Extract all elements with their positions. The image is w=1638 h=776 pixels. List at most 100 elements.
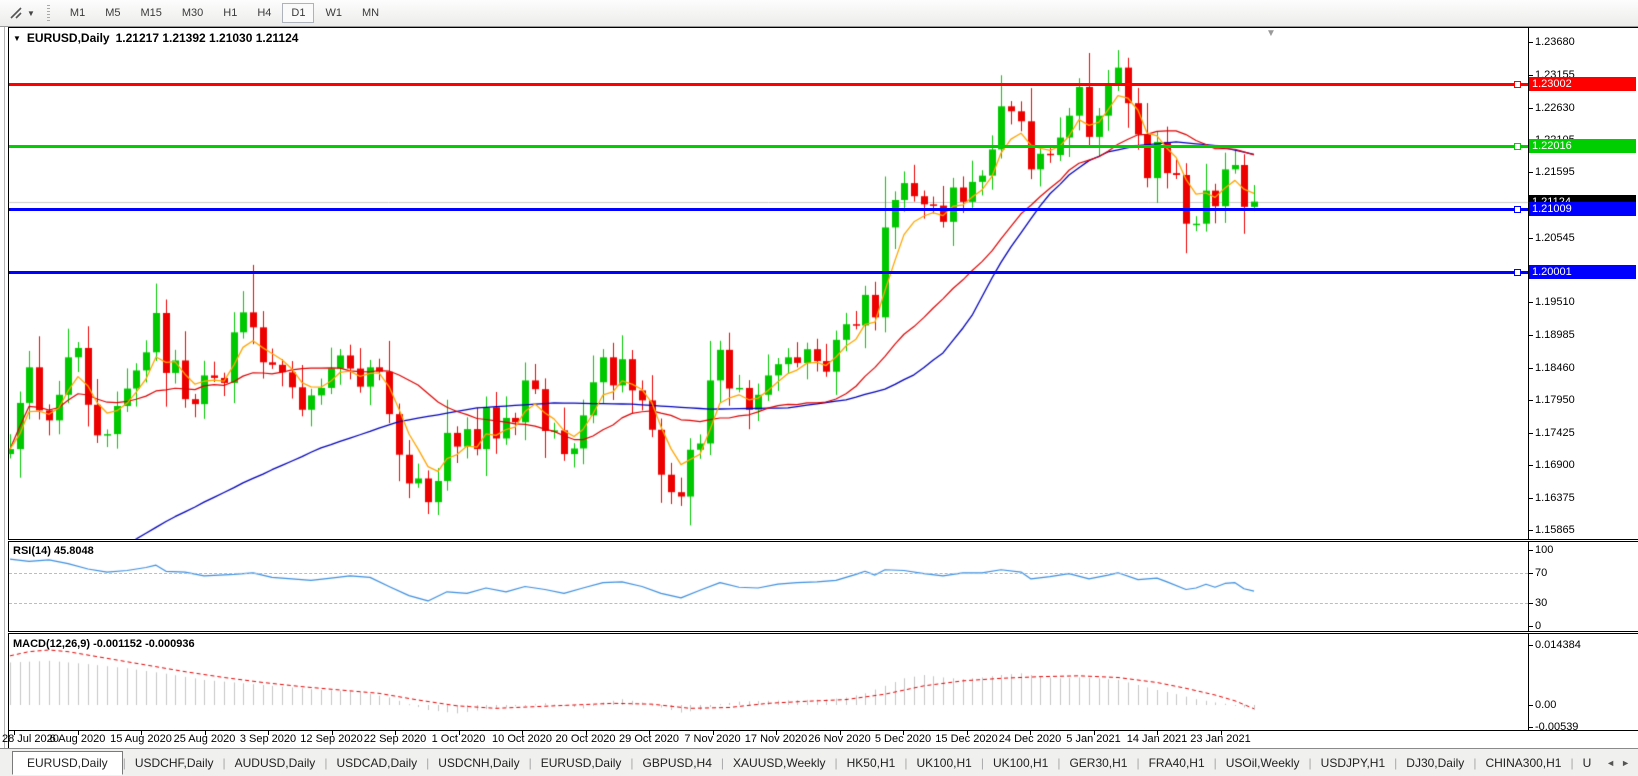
date-axis-label: 24 Dec 2020 (999, 733, 1061, 745)
date-axis-label: 6 Aug 2020 (50, 733, 106, 745)
rsi-axis-tick (1528, 626, 1533, 627)
price-axis-tick (1528, 238, 1533, 239)
price-axis-label: 1.16375 (1535, 492, 1575, 504)
chart-tab-eurusd-daily[interactable]: EURUSD,Daily (12, 751, 123, 775)
macd-axis-tick (1528, 705, 1533, 706)
price-axis-label: 1.16900 (1535, 459, 1575, 471)
price-axis-tick (1528, 368, 1533, 369)
rsi-level-line (9, 573, 1528, 574)
chart-tab-usdchf-daily[interactable]: USDCHF,Daily (126, 752, 223, 774)
rsi-axis-label: 0 (1535, 620, 1541, 632)
tab-scroll-right-icon[interactable]: ► (1621, 758, 1630, 768)
date-axis-label: 5 Dec 2020 (875, 733, 931, 745)
date-axis-label: 15 Aug 2020 (110, 733, 172, 745)
date-axis-label: 14 Jan 2021 (1127, 733, 1188, 745)
rsi-level-line (9, 603, 1528, 604)
chart-shift-marker-icon[interactable]: ▼ (1266, 28, 1276, 39)
macd-axis-label: -0.00539 (1535, 721, 1578, 733)
chart-tab-gbpusd-h4[interactable]: GBPUSD,H4 (634, 752, 721, 774)
price-axis-tick (1528, 498, 1533, 499)
chart-tab-eurusd-daily[interactable]: EURUSD,Daily (532, 752, 631, 774)
chart-tab-xauusd-weekly[interactable]: XAUUSD,Weekly (724, 752, 834, 774)
rsi-axis-label: 30 (1535, 597, 1547, 609)
price-axis-label: 1.23680 (1535, 36, 1575, 48)
price-axis-label: 1.18460 (1535, 362, 1575, 374)
price-axis-label: 1.18985 (1535, 329, 1575, 341)
chart-symbol-period: EURUSD,Daily (27, 31, 110, 45)
chart-tab-china300-h1[interactable]: CHINA300,H1 (1476, 752, 1570, 774)
chart-tab-usdcnh-daily[interactable]: USDCNH,Daily (429, 752, 528, 774)
horizontal-line-1.21009[interactable] (9, 208, 1528, 211)
rsi-axis-label: 100 (1535, 544, 1553, 556)
chart-tab-audusd-daily[interactable]: AUDUSD,Daily (226, 752, 325, 774)
date-axis-label: 23 Jan 2021 (1190, 733, 1251, 745)
rsi-label: RSI(14) 45.8048 (13, 545, 94, 557)
price-chart-canvas[interactable] (0, 0, 1638, 776)
hline-price-badge: 1.20001 (1529, 265, 1636, 279)
price-axis-label: 1.21595 (1535, 166, 1575, 178)
chart-tab-fra40-h1[interactable]: FRA40,H1 (1140, 752, 1214, 774)
chart-ohlc-values: 1.21217 1.21392 1.21030 1.21124 (116, 31, 299, 45)
rsi-axis-tick (1528, 603, 1533, 604)
price-axis-tick (1528, 75, 1533, 76)
date-axis-label: 7 Nov 2020 (684, 733, 740, 745)
chart-title: ▼ EURUSD,Daily 1.21217 1.21392 1.21030 1… (13, 31, 298, 45)
macd-axis-tick (1528, 727, 1533, 728)
price-axis-tick (1528, 42, 1533, 43)
date-axis-label: 20 Oct 2020 (556, 733, 616, 745)
price-axis-tick (1528, 530, 1533, 531)
chart-tab-usdjpy-h1[interactable]: USDJPY,H1 (1312, 752, 1394, 774)
date-axis-label: 17 Nov 2020 (745, 733, 807, 745)
rsi-axis-label: 70 (1535, 567, 1547, 579)
chart-tab-usoil-weekly[interactable]: USOil,Weekly (1217, 752, 1309, 774)
mt4-window: ▼ M1M5M15M30H1H4D1W1MN ▼ EURUSD,Daily 1.… (0, 0, 1638, 776)
horizontal-line-1.23002[interactable] (9, 83, 1528, 86)
price-axis-tick (1528, 400, 1533, 401)
price-axis-label: 1.17950 (1535, 394, 1575, 406)
horizontal-line-handle[interactable] (1514, 206, 1521, 213)
price-axis-tick (1528, 465, 1533, 466)
horizontal-line-1.20001[interactable] (9, 271, 1528, 274)
date-axis-label: 26 Nov 2020 (808, 733, 870, 745)
chart-tab-uk100-h1[interactable]: UK100,H1 (907, 752, 980, 774)
date-axis-label: 15 Dec 2020 (935, 733, 997, 745)
chart-tab-dj30-daily[interactable]: DJ30,Daily (1397, 752, 1473, 774)
horizontal-line-1.22016[interactable] (9, 145, 1528, 148)
chart-menu-arrow-icon[interactable]: ▼ (13, 34, 21, 43)
chart-tab-bar: EURUSD,Daily|USDCHF,Daily|AUDUSD,Daily|U… (0, 749, 1638, 776)
price-axis-tick (1528, 335, 1533, 336)
macd-axis-label: 0.014384 (1535, 639, 1581, 651)
chart-tab-hk50-h1[interactable]: HK50,H1 (838, 752, 905, 774)
hline-price-badge: 1.22016 (1529, 139, 1636, 153)
date-axis-label: 1 Oct 2020 (432, 733, 486, 745)
date-axis-label: 3 Sep 2020 (240, 733, 296, 745)
chart-tab-ger30-h1[interactable]: GER30,H1 (1060, 752, 1136, 774)
macd-axis-label: 0.00 (1535, 699, 1556, 711)
date-axis-label: 25 Aug 2020 (174, 733, 236, 745)
horizontal-line-handle[interactable] (1514, 269, 1521, 276)
macd-label: MACD(12,26,9) -0.001152 -0.000936 (13, 638, 195, 650)
price-axis-tick (1528, 108, 1533, 109)
price-axis-tick (1528, 433, 1533, 434)
date-axis-label: 22 Sep 2020 (364, 733, 426, 745)
date-axis-label: 29 Oct 2020 (619, 733, 679, 745)
chart-tab-uk100-h1[interactable]: UK100,H1 (984, 752, 1057, 774)
price-axis-label: 1.17425 (1535, 427, 1575, 439)
date-axis-label: 10 Oct 2020 (492, 733, 552, 745)
chart-tab-u[interactable]: U (1574, 752, 1601, 774)
chart-tab-usdcad-daily[interactable]: USDCAD,Daily (327, 752, 426, 774)
macd-axis-tick (1528, 645, 1533, 646)
horizontal-line-handle[interactable] (1514, 81, 1521, 88)
price-axis-tick (1528, 302, 1533, 303)
tab-scroll-left-icon[interactable]: ◄ (1606, 758, 1615, 768)
tab-scroll-controls: ◄ ► (1602, 749, 1634, 776)
hline-price-badge: 1.21009 (1529, 202, 1636, 216)
price-axis-label: 1.22630 (1535, 102, 1575, 114)
horizontal-line-handle[interactable] (1514, 143, 1521, 150)
rsi-axis-tick (1528, 550, 1533, 551)
date-axis-label: 5 Jan 2021 (1066, 733, 1120, 745)
hline-price-badge: 1.23002 (1529, 77, 1636, 91)
price-axis-label: 1.19510 (1535, 296, 1575, 308)
price-axis-label: 1.15865 (1535, 524, 1575, 536)
rsi-axis-tick (1528, 573, 1533, 574)
